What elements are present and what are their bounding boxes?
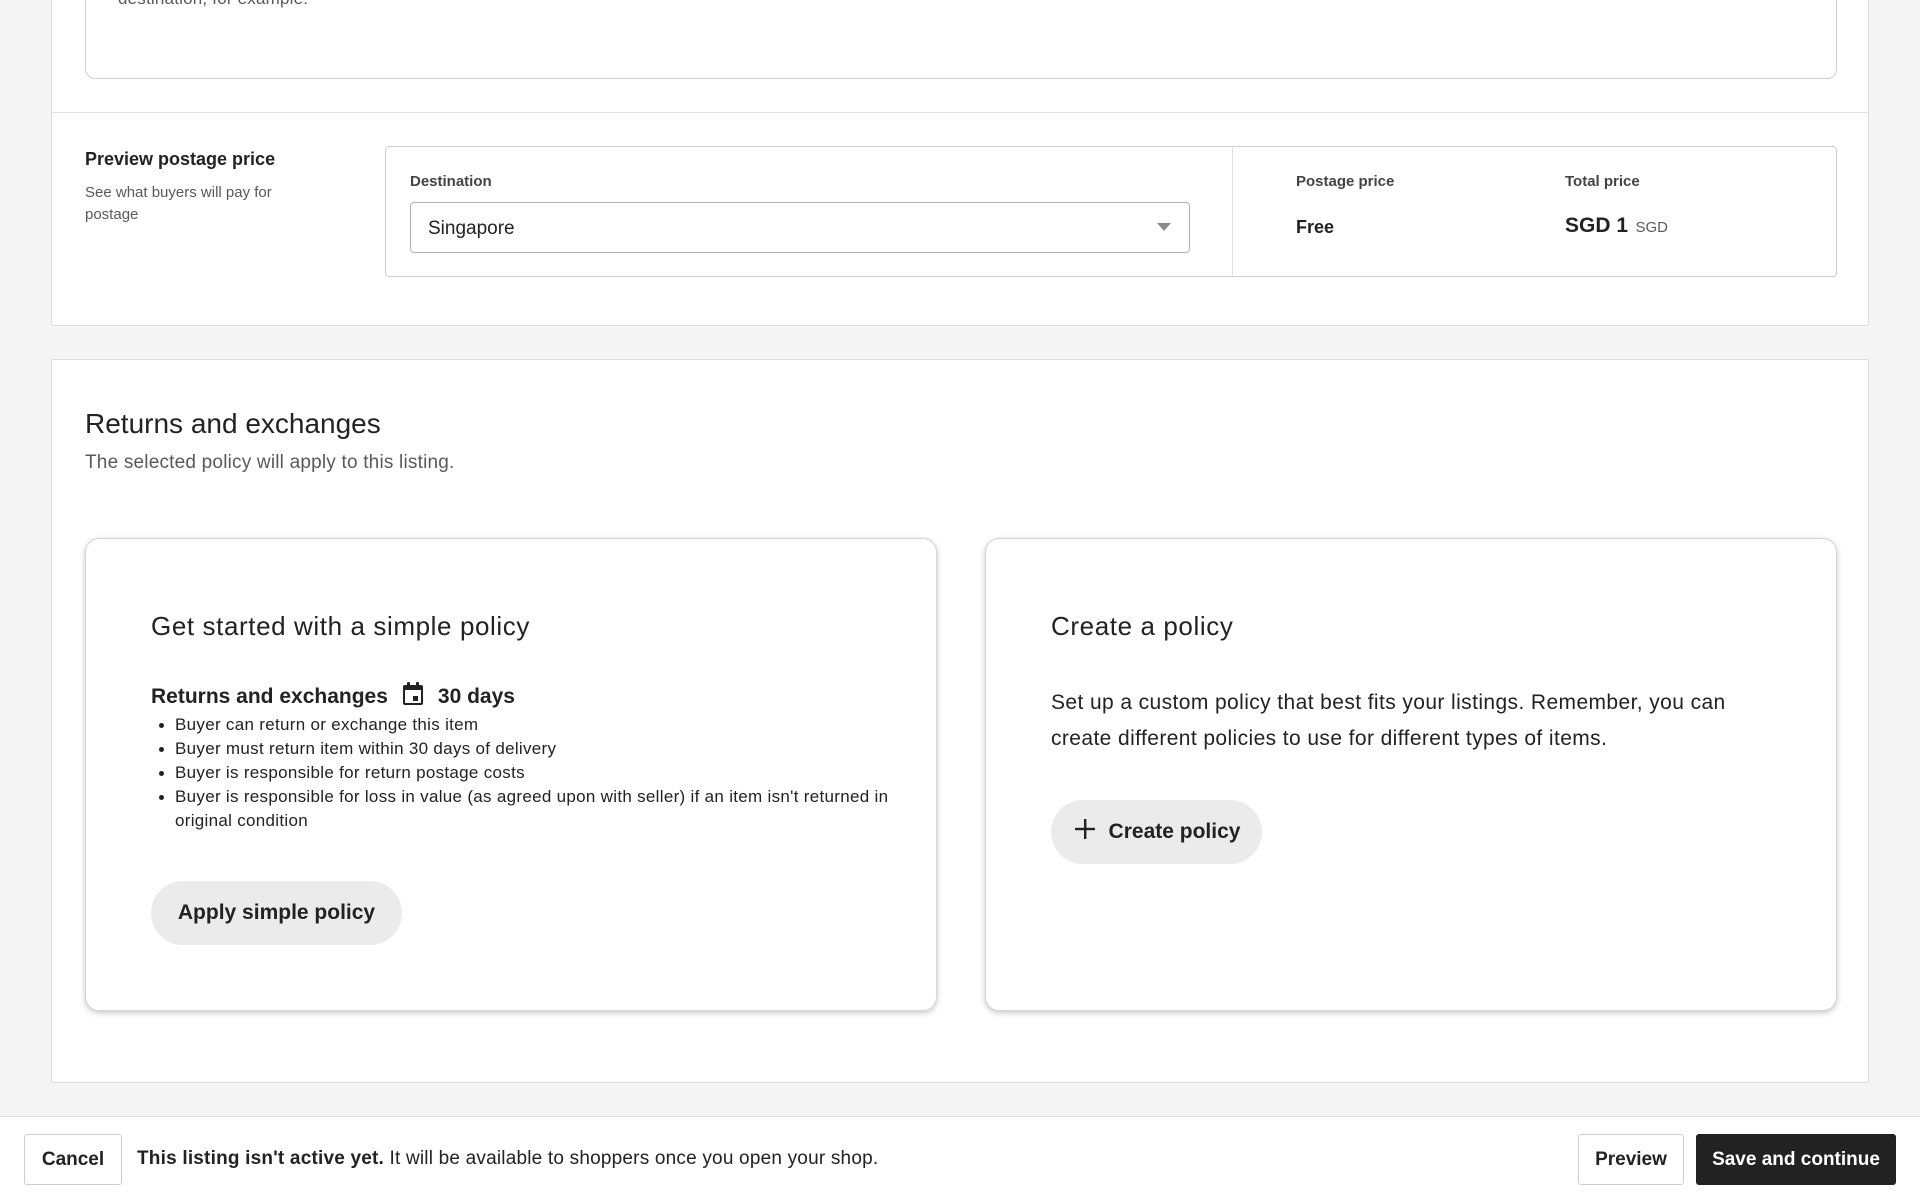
list-item: Buyer can return or exchange this item	[151, 713, 891, 737]
list-item: Buyer must return item within 30 days of…	[151, 737, 891, 761]
plus-icon	[1073, 817, 1097, 847]
postage-price-value: Free	[1296, 217, 1335, 237]
returns-panel: Returns and exchanges The selected polic…	[51, 359, 1869, 1083]
calendar-icon	[401, 681, 425, 712]
panel-divider	[52, 112, 1868, 113]
apply-simple-policy-button[interactable]: Apply simple policy	[151, 881, 402, 945]
create-policy-title: Create a policy	[1051, 611, 1234, 641]
bottom-action-bar: Cancel This listing isn't active yet. It…	[0, 1116, 1920, 1200]
create-policy-card: Create a policy Set up a custom policy t…	[985, 538, 1837, 1011]
destination-select[interactable]: Singapore	[410, 202, 1190, 253]
listing-status-text: It will be available to shoppers once yo…	[389, 1148, 879, 1169]
simple-policy-days: 30 days	[437, 684, 515, 708]
listing-editor-page: destination, for example. Preview postag…	[0, 0, 1920, 1200]
simple-policy-label: Returns and exchanges	[151, 684, 388, 708]
total-price-value: SGD 1 SGD	[1565, 214, 1668, 238]
save-and-continue-button[interactable]: Save and continue	[1696, 1134, 1896, 1185]
create-policy-description: Set up a custom policy that best fits yo…	[1051, 691, 1726, 750]
simple-policy-card: Get started with a simple policy Returns…	[85, 538, 937, 1011]
returns-subtitle: The selected policy will apply to this l…	[85, 452, 455, 473]
postage-calculator: Destination Singapore Postage price Free…	[385, 146, 1837, 277]
preview-postage-subtitle: See what buyers will pay for postage	[85, 184, 272, 223]
preview-postage-title: Preview postage price	[85, 149, 276, 169]
shipping-note-text: destination, for example.	[118, 0, 308, 9]
list-item: Buyer is responsible for loss in value (…	[151, 785, 891, 833]
postage-price-label: Postage price	[1296, 173, 1395, 190]
apply-simple-policy-label: Apply simple policy	[177, 901, 376, 924]
returns-title: Returns and exchanges	[85, 408, 381, 439]
create-policy-button[interactable]: Create policy	[1051, 800, 1262, 864]
caret-down-icon	[1157, 223, 1171, 231]
preview-button[interactable]: Preview	[1578, 1134, 1684, 1185]
shipping-note-box: destination, for example.	[85, 0, 1837, 79]
simple-policy-summary: Returns and exchanges 30 days	[151, 681, 515, 712]
simple-policy-terms: Buyer can return or exchange this item B…	[151, 713, 891, 833]
calculator-divider	[1232, 147, 1233, 276]
total-price-amount: SGD 1	[1565, 214, 1629, 237]
destination-selected-value: Singapore	[428, 218, 515, 239]
simple-policy-title: Get started with a simple policy	[151, 611, 531, 641]
shipping-panel: destination, for example. Preview postag…	[51, 0, 1869, 326]
total-price-label: Total price	[1565, 173, 1640, 190]
total-price-currency: SGD	[1635, 219, 1668, 236]
destination-label: Destination	[410, 173, 492, 190]
listing-status-strong: This listing isn't active yet.	[137, 1148, 385, 1169]
listing-status-message: This listing isn't active yet. It will b…	[137, 1148, 878, 1170]
list-item: Buyer is responsible for return postage …	[151, 761, 891, 785]
create-policy-label: Create policy	[1108, 820, 1241, 843]
cancel-button[interactable]: Cancel	[24, 1134, 122, 1185]
